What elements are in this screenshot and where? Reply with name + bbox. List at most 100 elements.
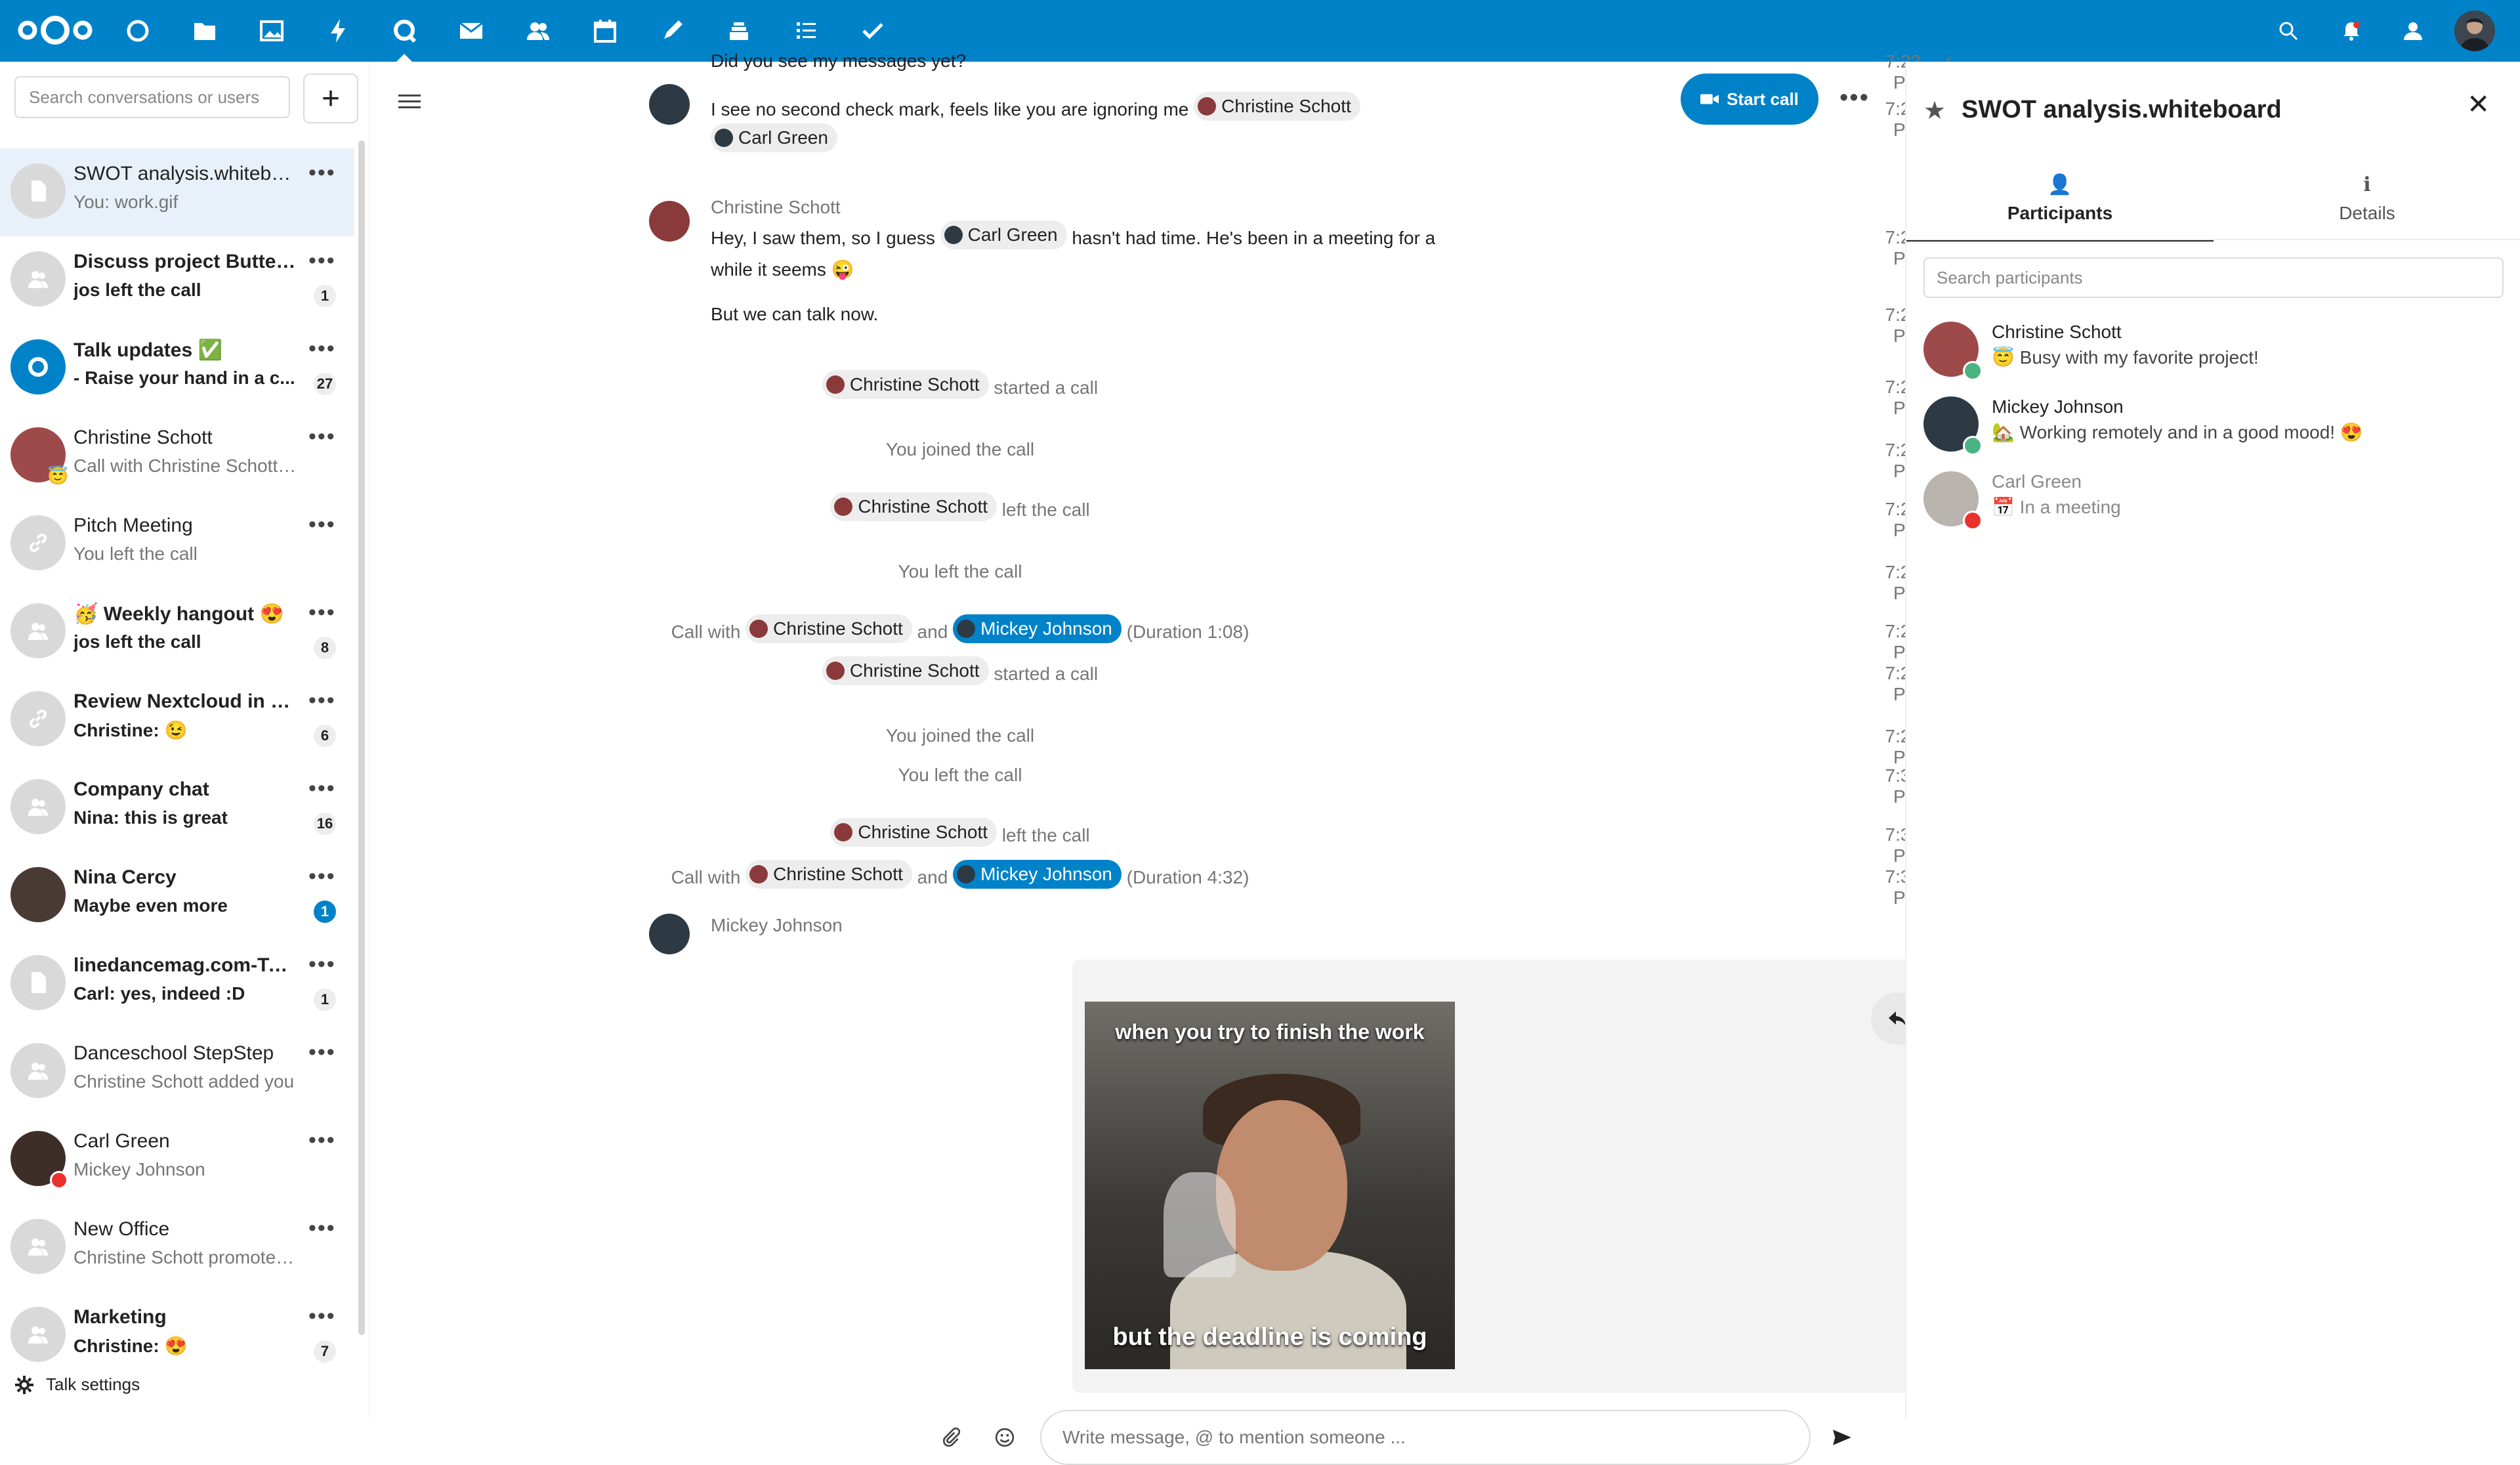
files-icon[interactable]: [172, 0, 238, 62]
conversation-menu-button[interactable]: •••: [308, 512, 336, 538]
participant-item[interactable]: Carl Green 📅 In a meeting: [1923, 471, 2501, 543]
conversation-item[interactable]: Nina Cercy Maybe even more ••• 1: [0, 852, 354, 940]
mention-chip[interactable]: Mickey Johnson: [953, 614, 1122, 643]
conversation-name: Talk updates ✅: [74, 339, 222, 361]
contacts-menu-icon[interactable]: [2384, 0, 2443, 62]
conversation-item[interactable]: Danceschool StepStep Christine Schott add…: [0, 1028, 354, 1116]
participant-item[interactable]: Mickey Johnson 🏡 Working remotely and in …: [1923, 396, 2501, 469]
favorite-star-icon[interactable]: ★: [1923, 96, 1946, 125]
mention-chip[interactable]: Mickey Johnson: [953, 860, 1122, 889]
unread-badge: 1: [314, 285, 336, 307]
attachment-icon[interactable]: [940, 1427, 961, 1451]
close-sidebar-button[interactable]: ✕: [2467, 88, 2490, 120]
tab-details[interactable]: ℹ Details: [2214, 173, 2520, 239]
tab-participants[interactable]: 👤 Participants: [1906, 173, 2214, 242]
mention-label: Christine Schott: [1221, 96, 1351, 116]
mention-label: Mickey Johnson: [980, 864, 1112, 884]
conversation-menu-button[interactable]: •••: [308, 1216, 336, 1241]
mention-chip[interactable]: Christine Schott: [830, 492, 997, 521]
conversation-menu-button[interactable]: •••: [308, 1128, 336, 1153]
mention-avatar: [826, 662, 845, 680]
participant-status: 🏡 Working remotely and in a good mood! 😍: [1992, 422, 2363, 442]
conversation-menu-button[interactable]: •••: [308, 600, 336, 626]
nextcloud-logo-icon[interactable]: [16, 13, 94, 47]
mention-label: Carl Green: [738, 127, 828, 148]
conversation-menu-button[interactable]: •••: [308, 160, 336, 186]
mail-icon[interactable]: [438, 0, 504, 62]
conversation-menu-button[interactable]: •••: [308, 952, 336, 977]
conversation-menu-button[interactable]: •••: [308, 1040, 336, 1065]
conversation-details-sidebar: ★ SWOT analysis.whiteboard ✕ 👤 Participa…: [1905, 62, 2520, 1418]
conversation-name: linedancemag.com-Texa...: [74, 954, 297, 976]
message-author-avatar[interactable]: [649, 84, 690, 125]
mention-avatar: [749, 865, 768, 883]
conversation-item[interactable]: Talk updates ✅ - Raise your hand in a c..…: [0, 324, 354, 412]
gif-image[interactable]: when you try to finish the work but the …: [1085, 1002, 1455, 1369]
send-icon[interactable]: [1832, 1427, 1853, 1451]
conversation-item[interactable]: 😇 Christine Schott Call with Christine Sch…: [0, 412, 354, 500]
emoji-picker-icon[interactable]: [994, 1427, 1015, 1451]
search-icon[interactable]: [2259, 0, 2318, 62]
unread-badge: 1: [314, 901, 336, 923]
start-call-button[interactable]: Start call: [1681, 74, 1818, 125]
conversation-menu-button[interactable]: •••: [308, 248, 336, 274]
user-avatar[interactable]: [2454, 11, 2495, 51]
sidebar-scrollbar[interactable]: [358, 140, 365, 1335]
gif-figure-face: [1216, 1100, 1347, 1271]
conversation-last-message: Call with Christine Schott and ...: [74, 456, 297, 476]
mention-avatar: [715, 129, 733, 147]
mention-chip[interactable]: Carl Green: [940, 221, 1067, 249]
message-text: while it seems 😜: [711, 259, 854, 280]
conversation-menu-button[interactable]: •••: [308, 336, 336, 362]
contacts-icon[interactable]: [505, 0, 571, 62]
conversation-item[interactable]: Pitch Meeting You left the call •••: [0, 500, 354, 588]
message-text: Hey, I saw them, so I guess Carl Green h…: [711, 221, 1435, 255]
calendar-icon[interactable]: [572, 0, 638, 62]
conversation-menu-button[interactable]: •••: [308, 776, 336, 801]
conversation-last-message: Carl: yes, indeed :D: [74, 983, 245, 1004]
mention-chip[interactable]: Carl Green: [711, 123, 837, 152]
mention-chip[interactable]: Christine Schott: [746, 614, 912, 643]
photos-icon[interactable]: [239, 0, 304, 62]
conversation-item[interactable]: linedancemag.com-Texa... Carl: yes, indee…: [0, 940, 354, 1028]
system-message: Christine Schott started a call: [501, 370, 1419, 404]
conversation-menu-button[interactable]: •••: [308, 424, 336, 450]
conversation-item[interactable]: Company chat Nina: this is great ••• 16: [0, 764, 354, 852]
conversation-item[interactable]: 🥳 Weekly hangout 😍 jos left the call ••• 8: [0, 588, 354, 676]
notifications-icon[interactable]: [2322, 0, 2381, 62]
message-author-avatar[interactable]: [649, 914, 690, 954]
message-body: I see no second check mark, feels like y…: [711, 99, 1189, 119]
conversation-item[interactable]: New Office Christine Schott promoted yo..…: [0, 1204, 354, 1292]
system-message-text: started a call: [994, 377, 1099, 398]
participant-item[interactable]: Christine Schott 😇 Busy with my favorite …: [1923, 322, 2501, 394]
chat-view: Start call ••• Did you see my messages y…: [369, 51, 2269, 1465]
talk-settings-button[interactable]: Talk settings: [14, 1374, 140, 1395]
dashboard-icon[interactable]: [105, 0, 171, 62]
mention-chip[interactable]: Christine Schott: [1194, 92, 1360, 121]
message-input[interactable]: Write message, @ to mention someone ...: [1040, 1410, 1811, 1465]
conversation-item[interactable]: SWOT analysis.whiteboard You: work.gif •••: [0, 148, 354, 236]
search-conversations-input[interactable]: Search conversations or users: [14, 76, 290, 118]
conversation-menu-button[interactable]: •••: [308, 1304, 336, 1329]
notes-icon[interactable]: [639, 0, 705, 62]
mention-chip[interactable]: Christine Schott: [746, 860, 912, 889]
mention-label: Carl Green: [967, 224, 1058, 245]
conversation-item[interactable]: Review Nextcloud in rati... Christine: 😉 •…: [0, 676, 354, 764]
message-body: Hey, I saw them, so I guess: [711, 228, 935, 248]
search-participants-input[interactable]: Search participants: [1923, 257, 2504, 298]
mention-chip[interactable]: Christine Schott: [830, 818, 997, 847]
mention-chip[interactable]: Christine Schott: [822, 656, 989, 685]
new-conversation-button[interactable]: +: [303, 74, 358, 123]
participant-name: Carl Green: [1992, 471, 2082, 492]
activity-icon[interactable]: [306, 0, 371, 62]
conversation-menu-button[interactable]: •••: [308, 688, 336, 713]
conversation-menu-button[interactable]: •••: [308, 864, 336, 889]
message-author-avatar[interactable]: [649, 201, 690, 242]
talk-icon[interactable]: [371, 0, 437, 62]
conversation-item[interactable]: Discuss project Buttersc... jos left the …: [0, 236, 354, 324]
message-text: But we can talk now.: [711, 304, 879, 324]
conversation-item[interactable]: Marketing Christine: 😍 ••• 7: [0, 1292, 354, 1380]
mention-chip[interactable]: Christine Schott: [822, 370, 989, 399]
toggle-navigation-button[interactable]: [398, 91, 421, 112]
conversation-item[interactable]: Carl Green Mickey Johnson •••: [0, 1116, 354, 1204]
